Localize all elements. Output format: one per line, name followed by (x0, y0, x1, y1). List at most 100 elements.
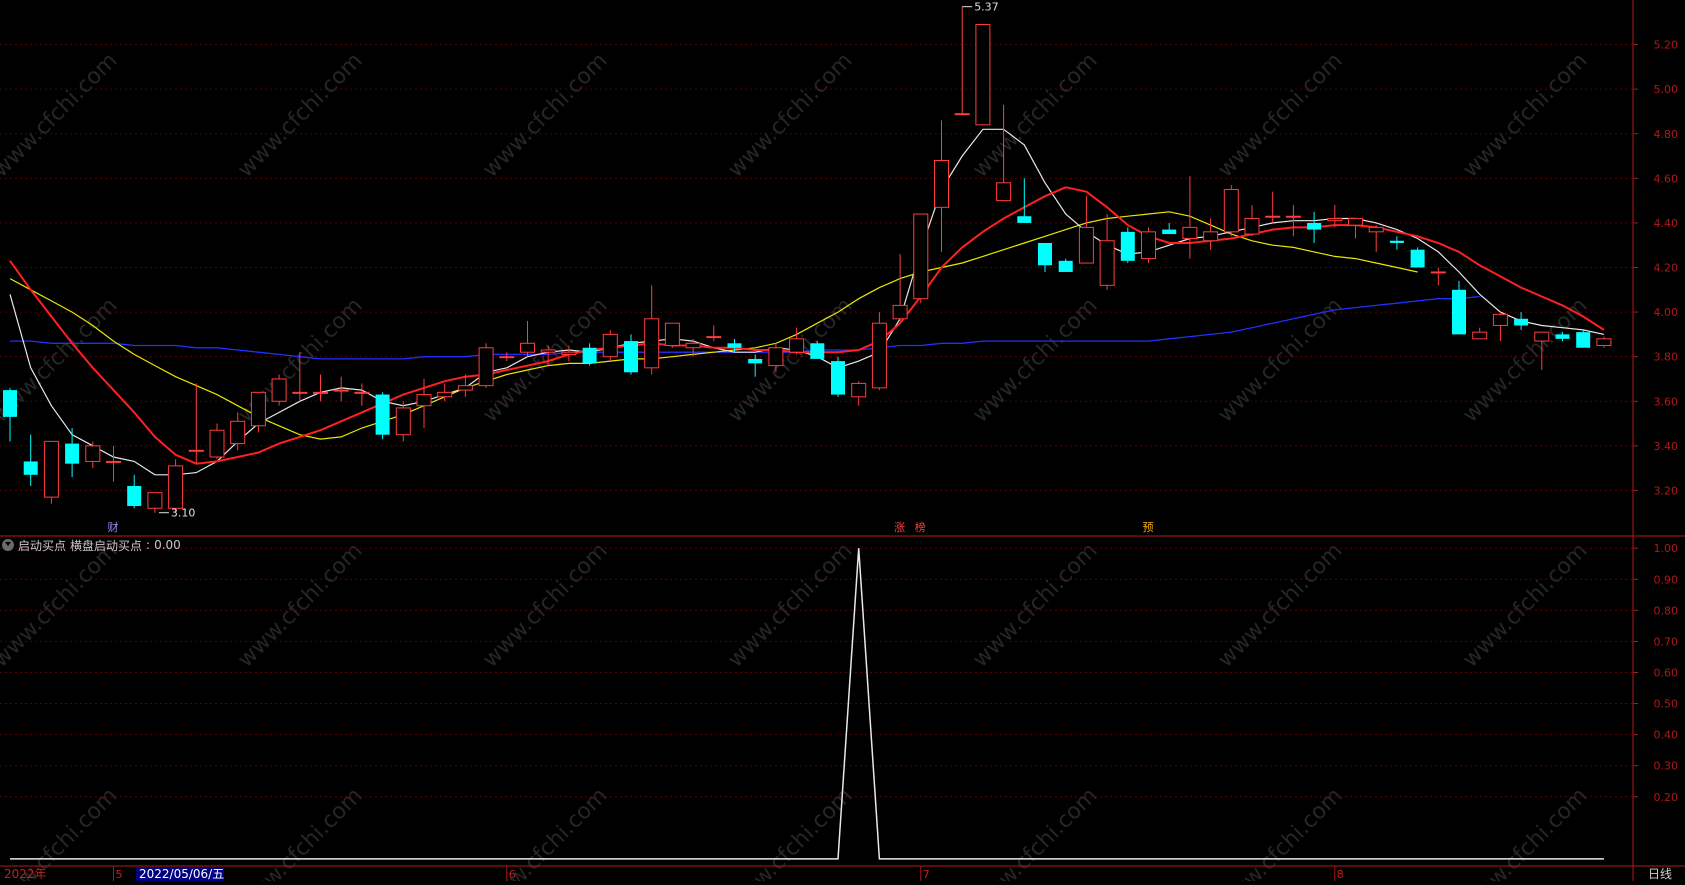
candle-body (457, 385, 473, 391)
candle[interactable] (1265, 191, 1281, 223)
candle[interactable] (831, 356, 845, 397)
candle-body (1162, 229, 1177, 235)
candle[interactable] (582, 343, 597, 366)
y-tick-label: 0.70 (1654, 635, 1679, 648)
candle[interactable] (1348, 217, 1363, 239)
candle-body (644, 318, 660, 369)
event-marker-forecast[interactable]: 预 (1143, 521, 1154, 534)
candle[interactable] (1368, 225, 1384, 252)
candle[interactable] (499, 352, 515, 362)
candle[interactable] (851, 381, 867, 406)
candle[interactable] (188, 383, 204, 464)
indicator-toggle-icon[interactable] (2, 539, 14, 551)
candle[interactable] (810, 341, 825, 359)
y-tick-label: 5.20 (1654, 39, 1679, 52)
candle[interactable] (1596, 336, 1612, 348)
candle-body (892, 304, 908, 320)
candle[interactable] (1389, 236, 1404, 250)
candle[interactable] (250, 391, 266, 433)
candle[interactable] (1472, 327, 1488, 340)
candle[interactable] (23, 434, 38, 486)
candle[interactable] (1099, 214, 1115, 290)
candle[interactable] (65, 428, 80, 478)
chart-annotations: 5.37 3.10 财 涨 榜 预 日线 2022年 5 6 7 8 2022/… (4, 1, 1672, 881)
candle[interactable] (1514, 312, 1529, 330)
candle-body (685, 342, 701, 349)
candle[interactable] (354, 383, 370, 406)
candle[interactable] (1410, 247, 1425, 268)
candle[interactable] (1162, 222, 1177, 235)
candle-body (602, 333, 618, 358)
indicator-line-value: 0.00 (154, 538, 181, 552)
candle[interactable] (706, 325, 722, 342)
high-price-label: 5.37 (974, 1, 999, 14)
candle[interactable] (1452, 280, 1466, 335)
candle[interactable] (478, 343, 494, 388)
indicator-name[interactable]: 启动买点 (18, 537, 66, 554)
event-marker-limit-up[interactable]: 涨 (894, 521, 905, 534)
candle[interactable] (168, 459, 184, 513)
candle[interactable] (271, 374, 287, 406)
candle[interactable] (1141, 227, 1156, 264)
candle-body (975, 24, 991, 126)
candle[interactable] (1120, 227, 1135, 264)
candle[interactable] (43, 440, 59, 504)
candle-body (416, 394, 432, 407)
candle-body (1182, 226, 1198, 240)
candle[interactable] (892, 254, 908, 321)
candle[interactable] (1223, 185, 1239, 237)
candle-body (1058, 260, 1073, 272)
event-marker-rank[interactable]: 榜 (915, 520, 926, 534)
candle[interactable] (1492, 312, 1508, 342)
candle[interactable] (954, 6, 970, 116)
month-label-may: 5 (116, 868, 123, 881)
candle-body (1203, 231, 1219, 242)
watermark-text: www.cfchi.com (1458, 293, 1592, 427)
candle-body (106, 460, 121, 463)
candle[interactable] (975, 24, 991, 126)
candle-body (147, 492, 163, 509)
candle[interactable] (1244, 205, 1260, 237)
candle[interactable] (1182, 176, 1198, 259)
candle[interactable] (664, 322, 680, 348)
candle[interactable] (520, 321, 535, 357)
candle[interactable] (1058, 258, 1073, 272)
candle[interactable] (934, 120, 949, 252)
candle-body (871, 322, 887, 389)
candle-body (1348, 217, 1363, 226)
candle-body (23, 461, 38, 475)
chart-stage: www.cfchi.com www.cfchi.com www.cfchi.com w… (0, 0, 1685, 885)
candle[interactable] (1078, 196, 1094, 264)
candle[interactable] (313, 374, 328, 402)
watermark-text: www.cfchi.com (233, 538, 367, 672)
candle[interactable] (209, 423, 225, 460)
candle-body (1452, 289, 1466, 335)
candle[interactable] (1307, 211, 1322, 243)
candle-body (934, 160, 949, 208)
candle[interactable] (602, 329, 618, 362)
y-tick-label: 5.00 (1654, 83, 1679, 96)
candle-body (810, 343, 825, 359)
candle-body (913, 213, 929, 300)
period-label[interactable]: 日线 (1648, 867, 1672, 881)
candle[interactable] (1017, 178, 1032, 223)
watermark-text: www.cfchi.com (0, 538, 123, 672)
candle[interactable] (624, 334, 638, 375)
candle-body (478, 347, 494, 387)
candle[interactable] (375, 392, 390, 440)
candle[interactable] (644, 285, 660, 375)
candle[interactable] (147, 492, 163, 513)
candle[interactable] (106, 445, 121, 482)
candle[interactable] (871, 312, 887, 391)
candle[interactable] (127, 474, 142, 509)
candle[interactable] (85, 441, 101, 469)
candle[interactable] (1430, 267, 1446, 286)
candle[interactable] (3, 387, 17, 442)
watermark-layer: www.cfchi.com www.cfchi.com www.cfchi.com w… (0, 48, 1593, 885)
candle-body (1285, 215, 1301, 218)
candle[interactable] (1576, 329, 1591, 348)
event-marker-finance[interactable]: 财 (108, 520, 119, 534)
candle[interactable] (913, 213, 929, 304)
candle[interactable] (395, 401, 411, 442)
candle[interactable] (1327, 205, 1343, 228)
